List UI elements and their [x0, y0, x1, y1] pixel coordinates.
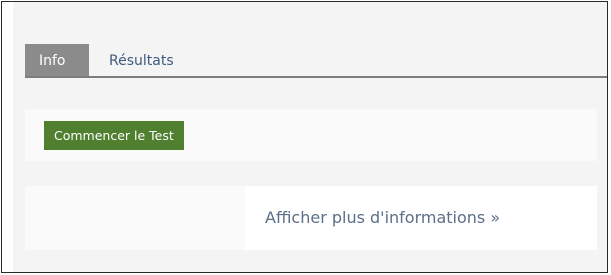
start-test-button[interactable]: Commencer le Test: [44, 121, 184, 150]
more-info-content: Afficher plus d'informations »: [245, 186, 597, 250]
top-empty-area: [13, 2, 607, 42]
screenshot-frame: Info Résultats Commencer le Test Affiche…: [1, 1, 608, 273]
more-info-panel: Afficher plus d'informations »: [25, 186, 597, 250]
page-canvas: Info Résultats Commencer le Test Affiche…: [13, 2, 607, 272]
tab-bar: Info Résultats: [25, 44, 607, 78]
tab-divider: [25, 76, 607, 78]
more-info-link[interactable]: Afficher plus d'informations »: [265, 208, 500, 227]
tab-info[interactable]: Info: [25, 44, 89, 76]
start-test-panel: Commencer le Test: [25, 109, 597, 161]
tab-results[interactable]: Résultats: [95, 44, 188, 76]
